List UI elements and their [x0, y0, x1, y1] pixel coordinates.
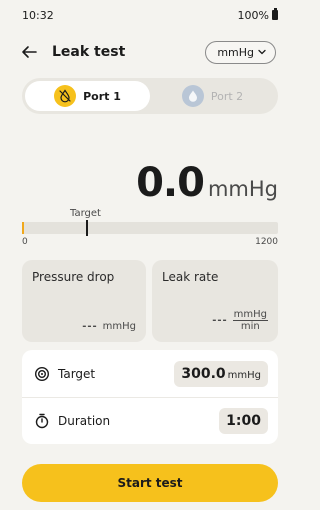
tab-port-2[interactable]: Port 2 [150, 81, 275, 111]
tab-port-2-label: Port 2 [210, 89, 244, 103]
leak-rate-value: --- mmHg min [212, 309, 268, 332]
duration-label: Duration [58, 414, 111, 428]
start-test-button[interactable]: Start test [22, 464, 278, 502]
pressure-value: 0.0 [136, 160, 205, 206]
scale-min-label: 0 [22, 237, 28, 247]
unit-dropdown-value: mmHg [217, 45, 254, 59]
pressure-unit: mmHg [207, 177, 278, 201]
leak-rate-unit-numerator: mmHg [232, 309, 268, 321]
duration-value: 1:00 [226, 413, 261, 429]
pressure-drop-title: Pressure drop [32, 270, 115, 284]
status-bar: 10:32 100% [0, 0, 288, 30]
duration-row[interactable]: Duration 1:00 [22, 397, 278, 444]
page-title: Leak test [52, 44, 126, 60]
chevron-down-icon [258, 49, 266, 55]
pressure-drop-card: Pressure drop --- mmHg [22, 260, 146, 342]
leak-rate-unit: mmHg min [232, 309, 268, 332]
leak-rate-title: Leak rate [162, 270, 219, 284]
target-row[interactable]: Target 300.0 mmHg [22, 350, 278, 397]
app-bar: Leak test mmHg [0, 34, 288, 70]
unit-dropdown[interactable]: mmHg [205, 40, 276, 64]
pressure-drop-number: --- [82, 321, 98, 332]
test-settings-card: Target 300.0 mmHg Duration 1:00 [22, 350, 278, 444]
port-tabs: Port 1 Port 2 [22, 78, 278, 114]
scale-target-label: Target [70, 208, 101, 219]
duration-value-pill[interactable]: 1:00 [219, 408, 268, 434]
leak-rate-card: Leak rate --- mmHg min [152, 260, 278, 342]
pressure-scale [22, 220, 278, 236]
droplet-icon [181, 85, 204, 107]
pressure-drop-unit: mmHg [102, 321, 136, 332]
target-label: Target [58, 366, 96, 381]
scale-max-label: 1200 [255, 237, 278, 247]
battery-icon [272, 8, 278, 20]
target-unit: mmHg [227, 369, 261, 381]
target-value-pill[interactable]: 300.0 mmHg [174, 360, 268, 387]
tab-port-1-label: Port 1 [83, 89, 121, 103]
scale-current-fill [22, 222, 24, 234]
scale-target-marker [86, 220, 88, 236]
back-arrow-icon[interactable] [20, 43, 38, 61]
battery-level: 100% [237, 8, 269, 22]
leak-rate-number: --- [212, 315, 228, 326]
timer-icon [35, 413, 49, 429]
target-value: 300.0 [181, 365, 226, 382]
leak-droplet-icon [54, 85, 77, 107]
target-icon [34, 366, 50, 381]
tab-port-1[interactable]: Port 1 [25, 81, 150, 111]
status-time: 10:32 [22, 8, 54, 22]
pressure-reading: 0.0 mmHg [136, 160, 278, 206]
leak-rate-unit-denominator: min [240, 321, 260, 332]
status-right: 100% [237, 8, 278, 22]
pressure-drop-value: --- mmHg [82, 321, 136, 332]
